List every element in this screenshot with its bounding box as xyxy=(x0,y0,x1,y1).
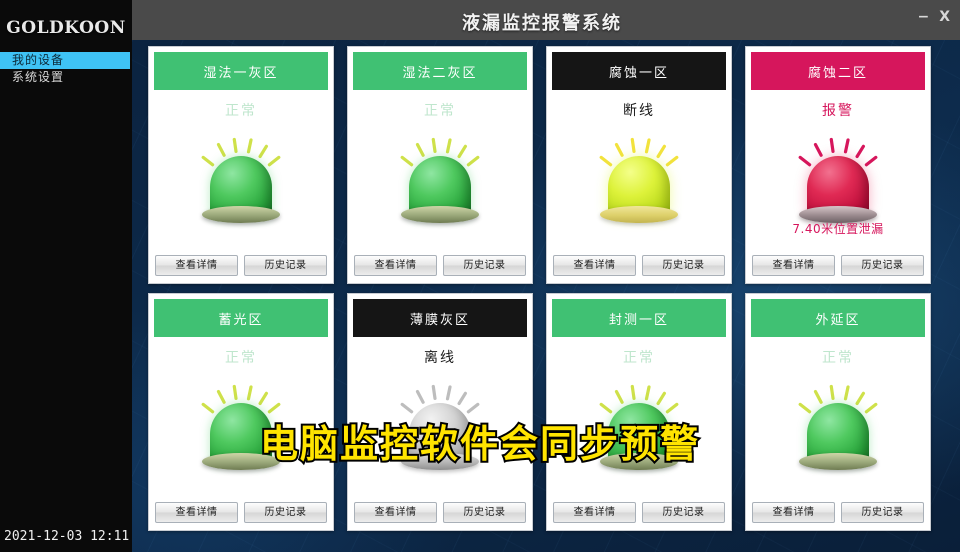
device-card: 湿法一灰区正常查看详情 历史记录 xyxy=(148,46,334,284)
history-button[interactable]: 历史记录 xyxy=(443,502,526,523)
device-card: 外延区正常查看详情 历史记录 xyxy=(745,293,931,531)
card-title: 腐蚀一区 xyxy=(552,52,726,90)
sidebar: GOLDKOON 我的设备 系统设置 2021-12-03 12:11 xyxy=(0,0,132,552)
card-body: 报警 7.40米位置泄漏 xyxy=(746,90,930,253)
alarm-lamp-icon xyxy=(186,377,296,482)
card-title: 湿法一灰区 xyxy=(154,52,328,90)
card-title: 湿法二灰区 xyxy=(353,52,527,90)
lamp-base xyxy=(600,453,678,470)
view-details-button[interactable]: 查看详情 xyxy=(553,502,636,523)
card-actions: 查看详情 历史记录 xyxy=(348,500,532,530)
device-board: 湿法一灰区 正常 查看详情 历史记录 湿法二灰区 正常 查看详情 历史记录 腐蚀一区 断线 查看详情… xyxy=(132,40,960,552)
device-card: 腐蚀一区断线查看详情 历史记录 xyxy=(546,46,732,284)
sidebar-item-1[interactable]: 系统设置 xyxy=(0,69,132,86)
history-button[interactable]: 历史记录 xyxy=(443,255,526,276)
view-details-button[interactable]: 查看详情 xyxy=(354,255,437,276)
history-button[interactable]: 历史记录 xyxy=(841,255,924,276)
card-actions: 查看详情 历史记录 xyxy=(547,500,731,530)
card-title: 外延区 xyxy=(751,299,925,337)
device-card: 腐蚀二区报警 7.40米位置泄漏查看详情 历史记录 xyxy=(745,46,931,284)
device-card: 湿法二灰区正常查看详情 历史记录 xyxy=(347,46,533,284)
view-details-button[interactable]: 查看详情 xyxy=(752,502,835,523)
card-body: 正常 xyxy=(348,90,532,253)
title-bar: 液漏监控报警系统 − X xyxy=(132,0,960,40)
card-status: 断线 xyxy=(623,103,655,119)
lamp-base xyxy=(799,453,877,470)
card-body: 正常 xyxy=(746,337,930,500)
card-status: 正常 xyxy=(225,103,257,119)
lamp-base xyxy=(600,206,678,223)
card-title: 腐蚀二区 xyxy=(751,52,925,90)
history-button[interactable]: 历史记录 xyxy=(841,502,924,523)
device-grid: 湿法一灰区 正常 查看详情 历史记录 湿法二灰区 正常 查看详情 历史记录 腐蚀一区 断线 查看详情… xyxy=(148,46,948,546)
card-actions: 查看详情 历史记录 xyxy=(348,253,532,283)
card-actions: 查看详情 历史记录 xyxy=(746,500,930,530)
card-status: 正常 xyxy=(424,103,456,119)
card-title: 薄膜灰区 xyxy=(353,299,527,337)
window-controls: − X xyxy=(917,10,950,24)
alarm-lamp-icon xyxy=(783,377,893,482)
lamp-base xyxy=(202,453,280,470)
card-actions: 查看详情 历史记录 xyxy=(746,253,930,283)
card-body: 正常 xyxy=(547,337,731,500)
alarm-lamp-icon xyxy=(385,130,495,235)
device-card: 封测一区正常查看详情 历史记录 xyxy=(546,293,732,531)
view-details-button[interactable]: 查看详情 xyxy=(752,255,835,276)
view-details-button[interactable]: 查看详情 xyxy=(354,502,437,523)
view-details-button[interactable]: 查看详情 xyxy=(553,255,636,276)
leak-detail: 7.40米位置泄漏 xyxy=(792,222,884,236)
lamp-base xyxy=(401,206,479,223)
card-actions: 查看详情 历史记录 xyxy=(149,253,333,283)
lamp-base xyxy=(202,206,280,223)
clock-label: 2021-12-03 12:11 xyxy=(4,529,130,544)
device-card: 蓄光区正常查看详情 历史记录 xyxy=(148,293,334,531)
card-body: 离线 xyxy=(348,337,532,500)
card-actions: 查看详情 历史记录 xyxy=(547,253,731,283)
card-body: 断线 xyxy=(547,90,731,253)
alarm-lamp-icon xyxy=(385,377,495,482)
card-status: 报警 xyxy=(822,103,854,119)
minimize-icon[interactable]: − xyxy=(917,10,929,24)
card-body: 正常 xyxy=(149,90,333,253)
card-status: 正常 xyxy=(225,350,257,366)
view-details-button[interactable]: 查看详情 xyxy=(155,502,238,523)
view-details-button[interactable]: 查看详情 xyxy=(155,255,238,276)
history-button[interactable]: 历史记录 xyxy=(642,502,725,523)
history-button[interactable]: 历史记录 xyxy=(244,502,327,523)
card-status: 离线 xyxy=(424,350,456,366)
alarm-lamp-icon xyxy=(584,377,694,482)
card-title: 封测一区 xyxy=(552,299,726,337)
window-title: 液漏监控报警系统 xyxy=(462,13,622,34)
card-status: 正常 xyxy=(822,350,854,366)
history-button[interactable]: 历史记录 xyxy=(244,255,327,276)
card-actions: 查看详情 历史记录 xyxy=(149,500,333,530)
alarm-lamp-icon xyxy=(186,130,296,235)
history-button[interactable]: 历史记录 xyxy=(642,255,725,276)
app-root: 液漏监控报警系统 − X 湿法一灰区 正常 查看详情 历史记录 湿法二灰区 正常 查看详情历… xyxy=(0,0,960,552)
card-title: 蓄光区 xyxy=(154,299,328,337)
device-card: 薄膜灰区离线查看详情 历史记录 xyxy=(347,293,533,531)
card-status: 正常 xyxy=(623,350,655,366)
sidebar-item-0[interactable]: 我的设备 xyxy=(0,52,130,69)
brand-logo: GOLDKOON xyxy=(6,18,126,38)
lamp-base xyxy=(401,453,479,470)
close-icon[interactable]: X xyxy=(939,10,950,24)
card-body: 正常 xyxy=(149,337,333,500)
alarm-lamp-icon xyxy=(584,130,694,235)
sidebar-nav: 我的设备 系统设置 xyxy=(0,52,132,86)
